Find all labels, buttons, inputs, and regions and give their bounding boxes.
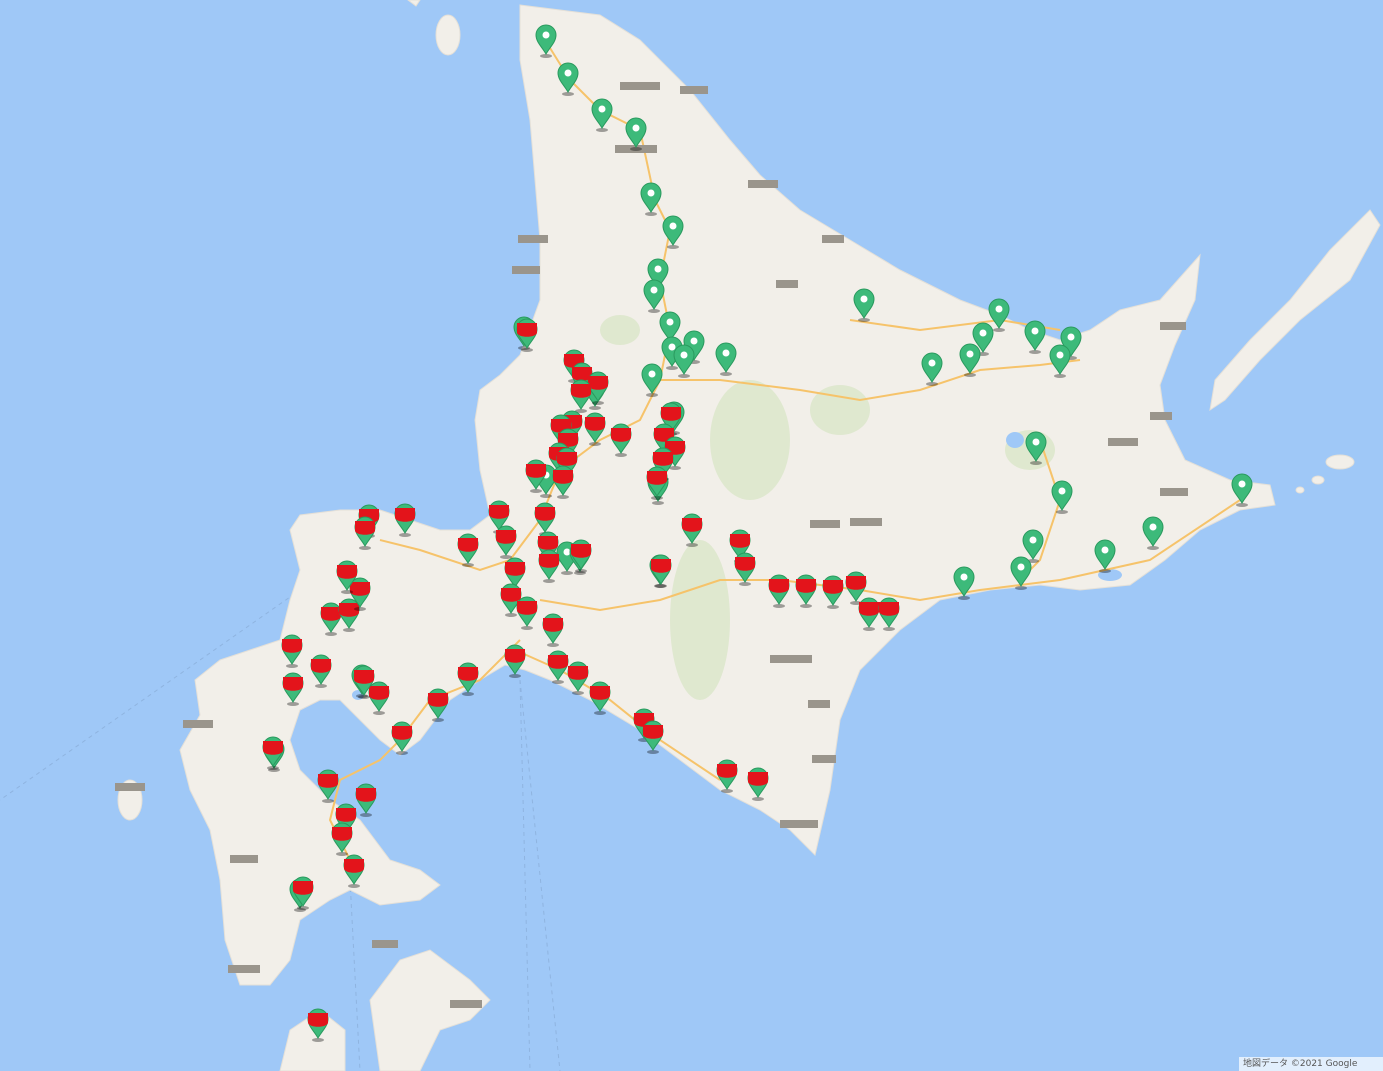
marker-red-overlay	[769, 579, 789, 593]
marker-center-dot	[966, 350, 974, 358]
marker-red-overlay	[611, 428, 631, 442]
marker-red-overlay	[571, 384, 591, 398]
marker-red-overlay	[568, 666, 588, 680]
marker-center-dot	[1149, 523, 1157, 531]
marker-red-overlay	[321, 607, 341, 621]
marker-center-dot	[860, 295, 868, 303]
marker-red-overlay	[535, 507, 555, 521]
marker-center-dot	[654, 265, 662, 273]
marker-center-dot	[542, 31, 550, 39]
marker-center-dot	[1101, 546, 1109, 554]
marker-center-dot	[1032, 438, 1040, 446]
marker-red-overlay	[730, 534, 750, 548]
marker-red-overlay	[879, 602, 899, 616]
marker-center-dot	[960, 573, 968, 581]
marker-red-overlay	[585, 417, 605, 431]
marker-red-overlay	[823, 580, 843, 594]
marker-center-dot	[1058, 487, 1066, 495]
map-attribution[interactable]: 地図データ ©2021 Google	[1239, 1057, 1383, 1071]
marker-red-overlay	[308, 1013, 328, 1027]
marker-center-dot	[563, 548, 571, 556]
marker-red-overlay	[590, 686, 610, 700]
marker-red-overlay	[350, 582, 370, 596]
marker-red-overlay	[846, 576, 866, 590]
marker-red-overlay	[318, 774, 338, 788]
marker-red-overlay	[356, 788, 376, 802]
marker-red-overlay	[647, 471, 667, 485]
marker-center-dot	[1029, 536, 1037, 544]
marker-center-dot	[650, 286, 658, 294]
marker-red-overlay	[571, 544, 591, 558]
marker-red-overlay	[517, 601, 537, 615]
marker-red-overlay	[539, 554, 559, 568]
marker-red-overlay	[517, 323, 537, 337]
marker-red-overlay	[553, 470, 573, 484]
marker-center-dot	[564, 69, 572, 77]
marker-red-overlay	[653, 452, 673, 466]
marker-red-overlay	[336, 808, 356, 822]
marker-red-overlay	[505, 649, 525, 663]
marker-red-overlay	[501, 588, 521, 602]
marker-red-overlay	[548, 655, 568, 669]
marker-red-overlay	[505, 562, 525, 576]
marker-center-dot	[648, 370, 656, 378]
marker-red-overlay	[651, 559, 671, 573]
marker-red-overlay	[311, 659, 331, 673]
marker-center-dot	[690, 337, 698, 345]
marker-red-overlay	[263, 741, 283, 755]
marker-red-overlay	[458, 538, 478, 552]
marker-red-overlay	[392, 726, 412, 740]
marker-center-dot	[668, 343, 676, 351]
hokkaido-map[interactable]	[0, 0, 1383, 1071]
marker-red-overlay	[337, 565, 357, 579]
marker-red-overlay	[526, 464, 546, 478]
marker-center-dot	[1017, 563, 1025, 571]
marker-red-overlay	[395, 508, 415, 522]
marker-red-overlay	[496, 530, 516, 544]
marker-red-overlay	[557, 452, 577, 466]
marker-center-dot	[1238, 480, 1246, 488]
marker-center-dot	[979, 329, 987, 337]
marker-red-overlay	[489, 505, 509, 519]
marker-center-dot	[647, 189, 655, 197]
marker-red-overlay	[282, 639, 302, 653]
marker-red-overlay	[428, 693, 448, 707]
marker-red-overlay	[682, 518, 702, 532]
marker-center-dot	[1067, 333, 1075, 341]
marker-center-dot	[666, 318, 674, 326]
marker-red-overlay	[661, 407, 681, 421]
marker-red-overlay	[369, 686, 389, 700]
marker-red-overlay	[543, 618, 563, 632]
marker-red-overlay	[859, 602, 879, 616]
marker-center-dot	[722, 349, 730, 357]
marker-red-overlay	[717, 764, 737, 778]
marker-red-overlay	[355, 521, 375, 535]
marker-center-dot	[680, 351, 688, 359]
marker-red-overlay	[344, 859, 364, 873]
marker-red-overlay	[458, 667, 478, 681]
marker-center-dot	[995, 305, 1003, 313]
marker-red-overlay	[293, 881, 313, 895]
marker-red-overlay	[354, 670, 374, 684]
marker-red-overlay	[643, 725, 663, 739]
marker-red-overlay	[332, 827, 352, 841]
marker-center-dot	[632, 124, 640, 132]
marker-center-dot	[1056, 351, 1064, 359]
rishiri-island	[435, 14, 461, 56]
marker-red-overlay	[283, 677, 303, 691]
marker-red-overlay	[748, 772, 768, 786]
marker-center-dot	[928, 359, 936, 367]
marker-center-dot	[1031, 327, 1039, 335]
marker-red-overlay	[796, 579, 816, 593]
marker-red-overlay	[538, 536, 558, 550]
marker-center-dot	[598, 105, 606, 113]
marker-red-overlay	[735, 557, 755, 571]
marker-center-dot	[669, 222, 677, 230]
